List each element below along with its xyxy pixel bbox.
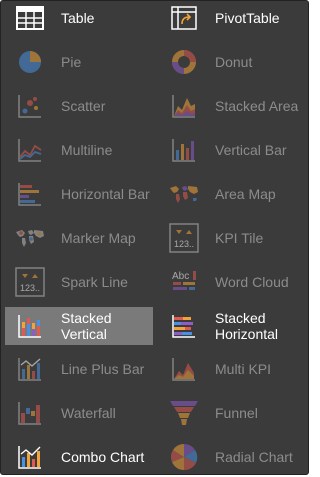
funnel-icon — [167, 396, 201, 430]
stacked-horizontal-icon — [167, 309, 201, 343]
chart-type-marker-map[interactable]: Marker Map — [13, 218, 153, 258]
chart-type-horizontal-bar[interactable]: Horizontal Bar — [13, 174, 153, 214]
chart-type-menu: Table PivotTable Pie Donut Scatter Stack… — [0, 0, 309, 475]
chart-type-radial-chart-label: Radial Chart — [215, 449, 293, 465]
waterfall-icon — [13, 396, 47, 430]
chart-type-pie-label: Pie — [61, 54, 82, 70]
word-cloud-glyph: Abc — [172, 271, 189, 282]
area-map-icon — [167, 177, 201, 211]
radial-chart-icon — [167, 440, 201, 474]
chart-type-area-map[interactable]: Area Map — [167, 174, 307, 214]
chart-type-multi-kpi[interactable]: Multi KPI — [167, 349, 307, 389]
pivot-table-icon — [167, 1, 201, 35]
chart-type-marker-map-label: Marker Map — [61, 230, 136, 246]
chart-type-pie[interactable]: Pie — [13, 42, 153, 82]
combo-chart-icon — [13, 440, 47, 474]
chart-type-table[interactable]: Table — [13, 0, 153, 38]
chart-type-donut-label: Donut — [215, 54, 253, 70]
chart-type-line-plus-bar-label: Line Plus Bar — [61, 361, 145, 377]
chart-type-word-cloud[interactable]: Abc Word Cloud — [167, 262, 307, 302]
chart-type-spark-line-label: Spark Line — [61, 274, 128, 290]
spark-line-icon: 123.. — [13, 265, 47, 299]
chart-type-multiline[interactable]: Multiline — [13, 130, 153, 170]
vertical-bar-icon — [167, 133, 201, 167]
donut-chart-icon — [167, 45, 201, 79]
chart-type-horizontal-bar-label: Horizontal Bar — [61, 186, 150, 202]
stacked-area-icon — [167, 89, 201, 123]
chart-type-kpi-tile[interactable]: 123.. KPI Tile — [167, 218, 307, 258]
chart-type-kpi-tile-label: KPI Tile — [215, 230, 264, 246]
chart-type-donut[interactable]: Donut — [167, 42, 307, 82]
chart-type-radial-chart[interactable]: Radial Chart — [167, 437, 307, 477]
chart-type-funnel-label: Funnel — [215, 405, 258, 421]
word-cloud-icon: Abc — [167, 265, 201, 299]
multi-kpi-icon — [167, 352, 201, 386]
chart-type-funnel[interactable]: Funnel — [167, 393, 307, 433]
marker-map-icon — [13, 221, 47, 255]
scatter-chart-icon — [13, 89, 47, 123]
chart-type-stacked-area-label: Stacked Area — [215, 98, 299, 114]
chart-type-word-cloud-label: Word Cloud — [215, 274, 289, 290]
table-icon — [13, 1, 47, 35]
multiline-chart-icon — [13, 133, 47, 167]
chart-type-combo-chart[interactable]: Combo Chart — [13, 437, 153, 477]
pie-chart-icon — [13, 45, 47, 79]
chart-type-stacked-vertical-label: Stacked Vertical — [61, 310, 112, 342]
chart-type-stacked-area[interactable]: Stacked Area — [167, 86, 307, 126]
chart-type-stacked-vertical[interactable]: Stacked Vertical — [5, 307, 153, 345]
spark-line-glyph: 123.. — [20, 283, 40, 293]
chart-type-stacked-horizontal-label: Stacked Horizontal — [215, 310, 279, 342]
chart-type-waterfall-label: Waterfall — [61, 405, 116, 421]
chart-type-pivot-table-label: PivotTable — [215, 10, 280, 26]
chart-type-line-plus-bar[interactable]: Line Plus Bar — [13, 349, 153, 389]
chart-type-vertical-bar-label: Vertical Bar — [215, 142, 287, 158]
chart-type-table-label: Table — [61, 10, 95, 26]
chart-type-multiline-label: Multiline — [61, 142, 113, 158]
chart-type-spark-line[interactable]: 123.. Spark Line — [13, 262, 153, 302]
kpi-tile-icon: 123.. — [167, 221, 201, 255]
horizontal-bar-icon — [13, 177, 47, 211]
kpi-tile-glyph: 123.. — [174, 239, 194, 249]
chart-type-stacked-horizontal[interactable]: Stacked Horizontal — [167, 307, 307, 345]
chart-type-vertical-bar[interactable]: Vertical Bar — [167, 130, 307, 170]
line-plus-bar-icon — [13, 352, 47, 386]
chart-type-scatter[interactable]: Scatter — [13, 86, 153, 126]
chart-type-area-map-label: Area Map — [215, 186, 276, 202]
chart-type-scatter-label: Scatter — [61, 98, 106, 114]
chart-type-combo-chart-label: Combo Chart — [61, 449, 145, 465]
chart-type-pivot-table[interactable]: PivotTable — [167, 0, 307, 38]
chart-type-multi-kpi-label: Multi KPI — [215, 361, 272, 377]
chart-type-waterfall[interactable]: Waterfall — [13, 393, 153, 433]
chart-type-grid: Table PivotTable Pie Donut Scatter Stack… — [1, 1, 308, 474]
stacked-vertical-icon — [13, 309, 47, 343]
